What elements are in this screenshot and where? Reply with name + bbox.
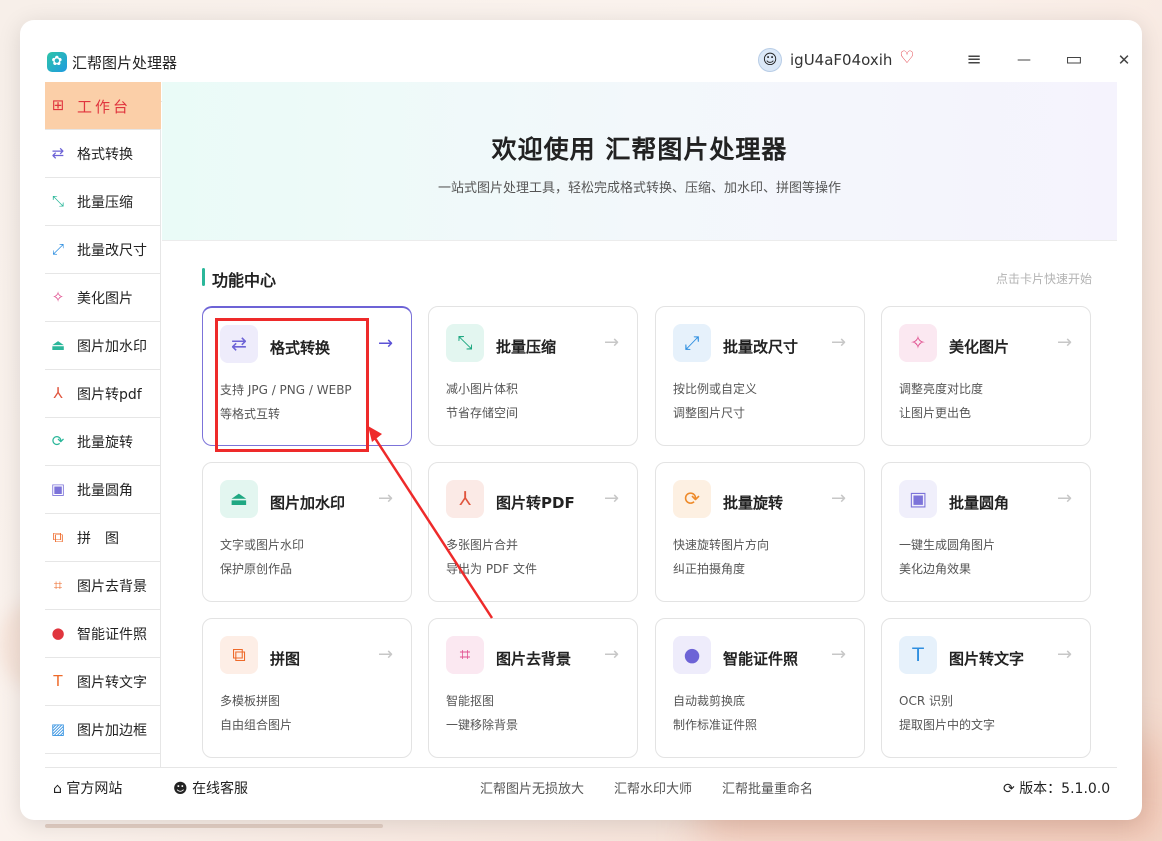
annotation-arrow: [368, 426, 494, 619]
app-window: ✿ 汇帮图片处理器 ☺ igU4aF04oxih ♡ ≡ — ▭ ✕ ⊞ 工作台 ⇄…: [20, 20, 1142, 820]
